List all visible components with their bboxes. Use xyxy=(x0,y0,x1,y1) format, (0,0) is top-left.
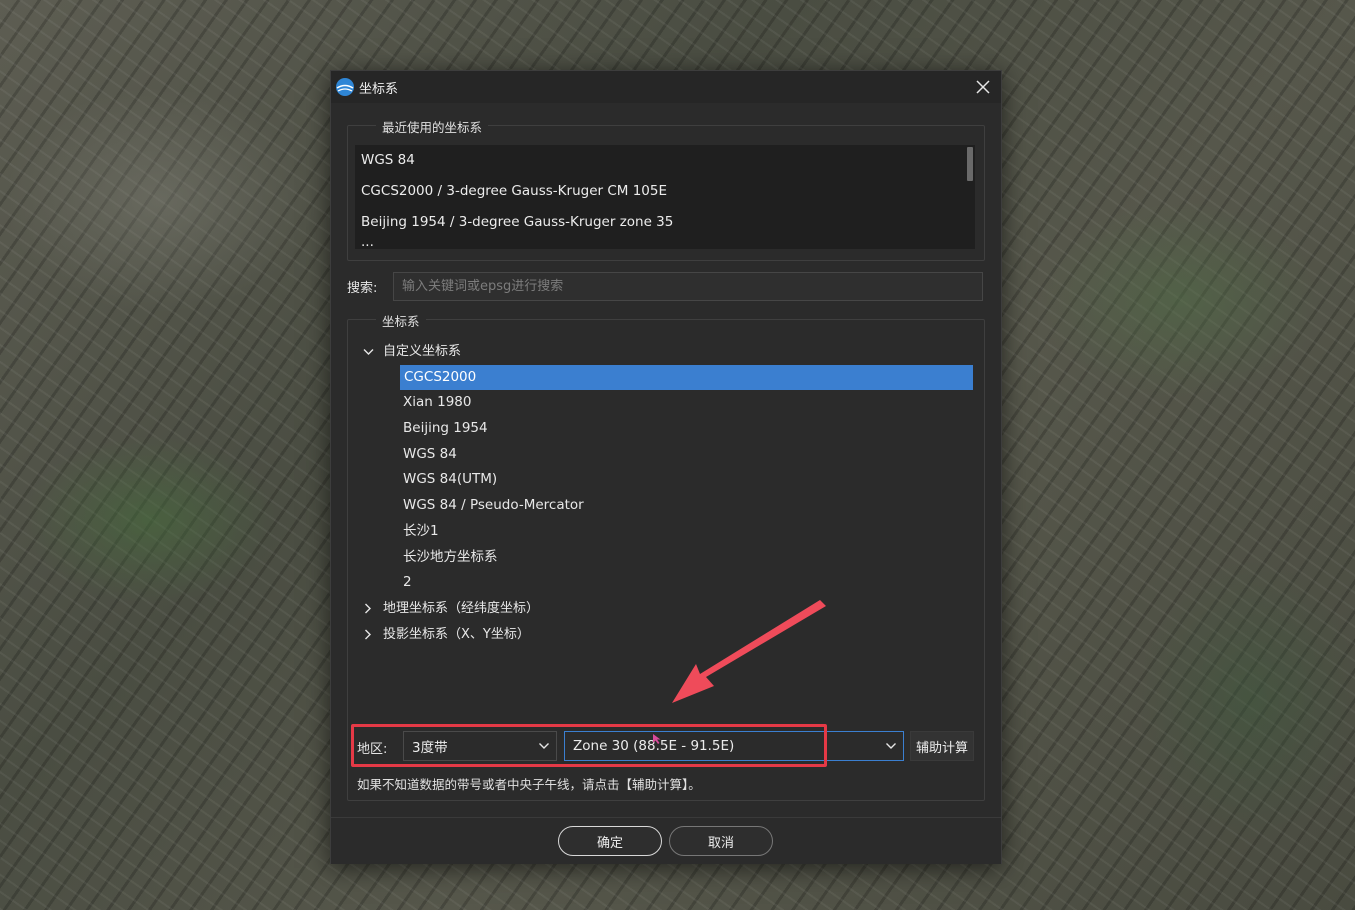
annotation-arrow xyxy=(672,600,826,703)
mouse-cursor-icon xyxy=(653,734,661,744)
